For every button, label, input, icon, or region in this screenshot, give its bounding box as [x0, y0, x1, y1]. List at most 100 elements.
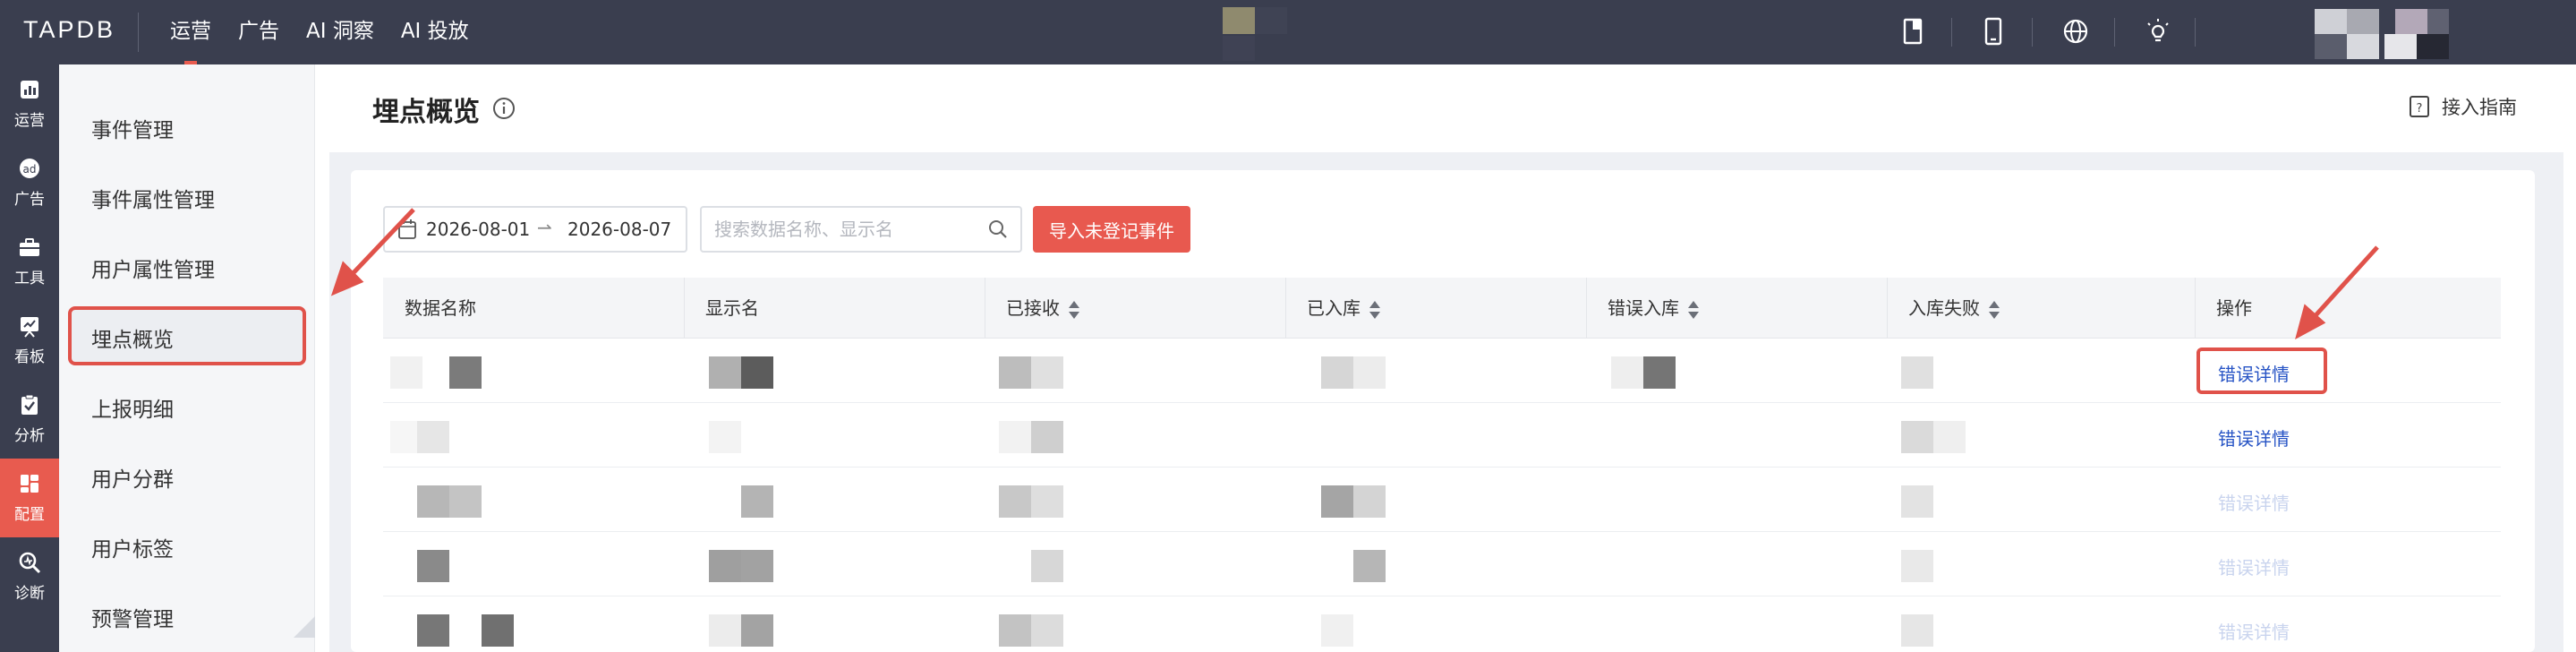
masked-cell [709, 614, 741, 647]
masked-cell [1031, 614, 1063, 647]
masked-cell [1031, 356, 1063, 389]
topnav-item-ai-insight[interactable]: AI 洞察 [306, 0, 374, 64]
rail-item-config[interactable]: 配置 [0, 459, 59, 537]
document-icon[interactable] [1898, 16, 1928, 47]
chart-icon [21, 81, 38, 99]
guide-label: 接入指南 [2442, 97, 2517, 118]
submenu-item-report-details[interactable]: 上报明细 [91, 392, 174, 423]
error-details-link-disabled: 错误详情 [2218, 622, 2290, 643]
info-icon[interactable] [492, 97, 516, 120]
project-selector-masked[interactable] [1223, 7, 1255, 34]
masked-cell [417, 550, 449, 582]
column-header-error-stored[interactable]: 错误入库 [1586, 278, 1699, 339]
masked-cell [1611, 356, 1643, 389]
tapdb-logo[interactable]: TAPDB [23, 16, 115, 44]
column-header-store-failed[interactable]: 入库失败 [1887, 278, 2000, 339]
table-row [383, 596, 2501, 652]
column-header-received[interactable]: 已接收 [985, 278, 1079, 339]
masked-cell [1353, 485, 1386, 518]
rail-label: 运营 [14, 112, 45, 130]
rail-item-diagnose[interactable]: 诊断 [0, 537, 59, 616]
masked-cell [709, 356, 741, 389]
search-input[interactable] [714, 217, 974, 242]
page-title: 埋点概览 [372, 97, 480, 128]
bulb-icon[interactable] [2143, 16, 2173, 47]
topbar-separator [1951, 18, 1952, 47]
user-avatar-masked[interactable] [2315, 9, 2347, 34]
masked-block [1255, 7, 1287, 34]
masked-cell [482, 614, 514, 647]
column-header-label: 操作 [2216, 297, 2252, 319]
masked-cell [1353, 550, 1386, 582]
masked-cell [741, 485, 773, 518]
sort-icon[interactable] [1369, 300, 1380, 319]
submenu-item-alert-management[interactable]: 预警管理 [91, 602, 174, 632]
rail-item-operations[interactable]: 运营 [0, 64, 59, 143]
masked-cell [1643, 356, 1676, 389]
masked-cell [449, 485, 482, 518]
error-details-link[interactable]: 错误详情 [2218, 360, 2290, 386]
import-unregistered-events-button[interactable]: 导入未登记事件 [1033, 206, 1190, 253]
rail-item-tools[interactable]: 工具 [0, 222, 59, 301]
masked-cell [1933, 421, 1966, 453]
date-range-picker[interactable]: 2026-08-01 ⇀ 2026-08-07 [383, 206, 687, 253]
masked-cell [417, 485, 449, 518]
rail-item-analysis[interactable]: 分析 [0, 380, 59, 459]
masked-cell [1321, 356, 1353, 389]
integration-guide-link[interactable]: ? 接入指南 [2408, 93, 2517, 120]
masked-cell [741, 614, 773, 647]
clipboard-icon [21, 394, 38, 415]
topnav-item-ai-delivery[interactable]: AI 投放 [401, 0, 469, 64]
guide-document-icon: ? [2410, 96, 2429, 117]
svg-text:?: ? [2417, 102, 2423, 116]
column-header-stored[interactable]: 已入库 [1285, 278, 1380, 339]
submenu-collapse-handle[interactable] [294, 616, 315, 638]
topbar-separator [2032, 18, 2033, 47]
topnav-item-operations[interactable]: 运营 [170, 0, 211, 64]
masked-cell [1321, 485, 1353, 518]
submenu-item-tracking-overview[interactable]: 埋点概览 [91, 322, 174, 353]
globe-icon[interactable] [2060, 16, 2091, 47]
rail-label: 诊断 [14, 585, 45, 603]
rail-label: 广告 [14, 191, 45, 209]
masked-cell [741, 356, 773, 389]
submenu-item-user-segments[interactable]: 用户分群 [91, 462, 174, 493]
masked-cell [1321, 614, 1353, 647]
mobile-icon[interactable] [1978, 16, 2009, 47]
error-details-link[interactable]: 错误详情 [2218, 425, 2290, 450]
masked-cell [417, 614, 449, 647]
sort-icon[interactable] [1989, 300, 2000, 319]
submenu-item-user-property-management[interactable]: 用户属性管理 [91, 253, 215, 283]
masked-cell [1031, 550, 1063, 582]
masked-block [2395, 9, 2427, 34]
submenu-item-user-tags[interactable]: 用户标签 [91, 532, 174, 562]
date-end[interactable]: 2026-08-07 [567, 219, 671, 240]
column-header-label: 显示名 [705, 297, 759, 319]
svg-text:ad: ad [23, 163, 37, 176]
calendar-icon [398, 219, 416, 239]
column-header-label: 已入库 [1307, 297, 1361, 319]
sort-icon[interactable] [1688, 300, 1699, 319]
masked-cell [417, 421, 449, 453]
masked-block [2384, 34, 2417, 59]
masked-cell [1901, 550, 1933, 582]
rail-item-boards[interactable]: 看板 [0, 301, 59, 380]
date-start[interactable]: 2026-08-01 [426, 219, 530, 240]
grid-icon [21, 475, 38, 493]
rail-item-ads[interactable]: ad 广告 [0, 143, 59, 222]
search-icon[interactable] [988, 219, 1008, 239]
board-icon [21, 317, 38, 338]
submenu-item-event-property-management[interactable]: 事件属性管理 [91, 183, 215, 213]
submenu-item-event-management[interactable]: 事件管理 [91, 113, 174, 143]
column-header-label: 入库失败 [1908, 297, 1980, 319]
masked-block [2427, 9, 2449, 34]
masked-cell [390, 356, 422, 389]
topnav-item-ads[interactable]: 广告 [238, 0, 279, 64]
column-header-label: 已接收 [1006, 297, 1060, 319]
sort-icon[interactable] [1069, 300, 1079, 319]
toolbox-icon [20, 238, 39, 256]
masked-block [1223, 36, 1255, 61]
diagnose-icon [19, 552, 41, 574]
config-submenu: 事件管理 事件属性管理 用户属性管理 埋点概览 上报明细 用户分群 用户标签 预… [59, 64, 315, 652]
table-row [383, 468, 2501, 532]
